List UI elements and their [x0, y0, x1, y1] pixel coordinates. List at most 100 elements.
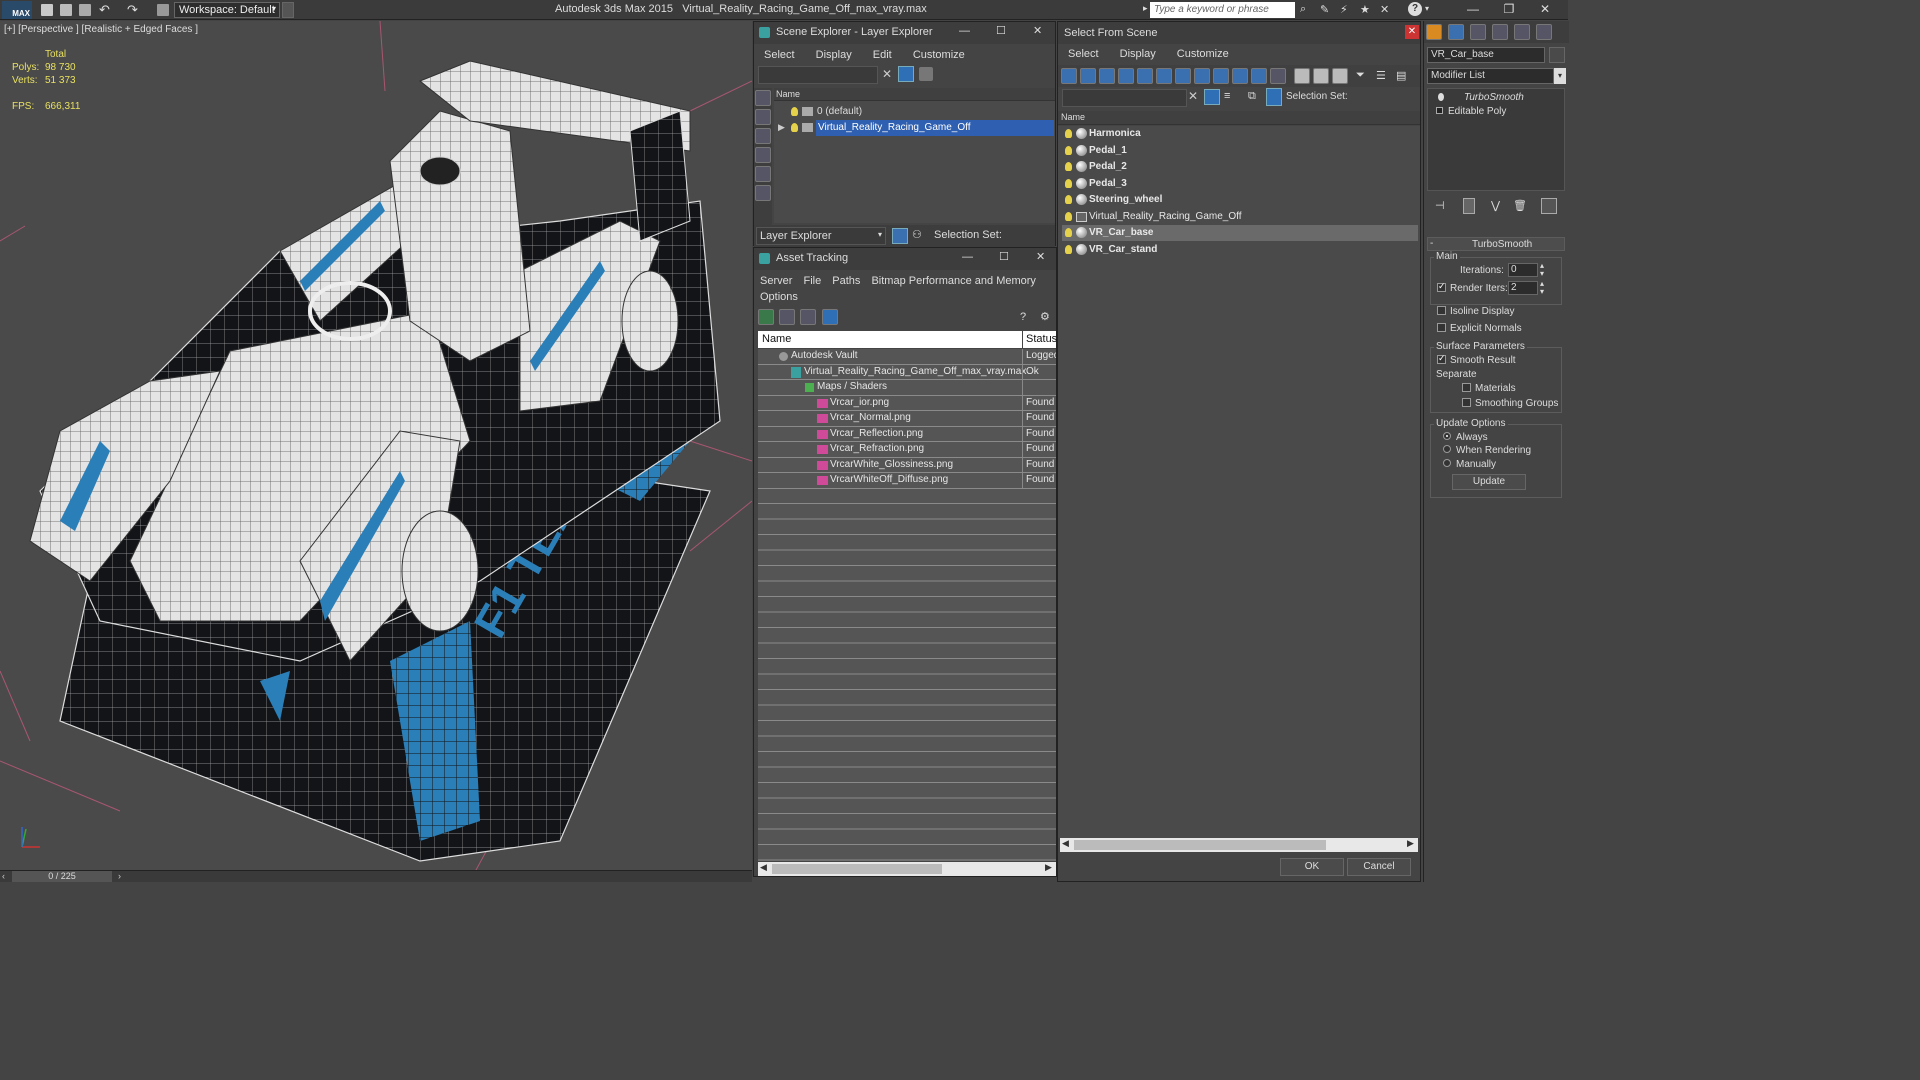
menu-display[interactable]: Display [1120, 48, 1156, 60]
menu-customize[interactable]: Customize [913, 49, 965, 61]
asset-row-texture[interactable]: Vrcar_Reflection.png Found [758, 426, 1056, 442]
asset-row-texture[interactable]: Vrcar_ior.png Found [758, 395, 1056, 411]
object-row-group[interactable]: Virtual_Reality_Racing_Game_Off [1062, 209, 1418, 225]
layers-icon[interactable]: ⧉ [1248, 90, 1256, 103]
clear-search-icon[interactable]: ✕ [882, 67, 892, 81]
undo-icon[interactable]: ↶ [99, 2, 110, 18]
hierarchy-icon[interactable]: ⚇ [912, 228, 922, 241]
column-header-name[interactable]: Name [774, 88, 1055, 101]
asset-row-maps[interactable]: Maps / Shaders [758, 380, 1056, 396]
column-header-name[interactable]: Name [1058, 111, 1420, 125]
light-bulb-icon[interactable] [1065, 211, 1072, 221]
light-bulb-icon[interactable] [1065, 145, 1072, 155]
render-iters-field[interactable]: 2 [1508, 281, 1538, 295]
cancel-button[interactable]: Cancel [1347, 858, 1411, 876]
close-icon[interactable]: ✕ [1405, 25, 1419, 39]
asset-row-texture[interactable]: VrcarWhiteOff_Diffuse.png Found [758, 473, 1056, 489]
render-iters-spinner-icon[interactable]: ▴ ▾ [1540, 280, 1544, 296]
display-geometry-icon[interactable] [755, 109, 771, 125]
display-cameras-icon[interactable] [755, 166, 771, 182]
configure-sets-icon[interactable] [1541, 198, 1557, 214]
menu-select[interactable]: Select [1068, 48, 1099, 60]
search-input[interactable]: Type a keyword or phrase [1150, 2, 1295, 18]
object-row-vr-car-stand[interactable]: VR_Car_stand [1062, 242, 1418, 258]
explorer-type-dropdown[interactable]: Layer Explorer ▾ [756, 227, 886, 245]
select-none-icon[interactable] [1313, 68, 1329, 84]
display-hidden-icon[interactable] [1270, 68, 1286, 84]
hierarchy-filter-icon[interactable]: ☰ [1376, 69, 1386, 82]
filter-icon[interactable]: ⏷ [1356, 69, 1365, 82]
remove-modifier-icon[interactable]: 🗑 [1513, 199, 1527, 212]
sfs-horizontal-scrollbar[interactable]: ◀ ▶ [1060, 838, 1418, 852]
binoculars-icon[interactable]: ⌕ [1300, 3, 1306, 16]
layer-row-default[interactable]: 0 (default) [774, 104, 1055, 120]
layer-row-vr-racing[interactable]: ▶ Virtual_Reality_Racing_Game_Off [774, 120, 1055, 136]
time-prev-icon[interactable]: ‹ [2, 871, 5, 881]
clear-search-icon[interactable]: ✕ [1188, 89, 1198, 103]
scroll-left-icon[interactable]: ◀ [760, 862, 767, 873]
layer-manager-icon[interactable] [892, 228, 908, 244]
redo-icon[interactable]: ↷ [127, 2, 138, 18]
display-helpers-icon[interactable] [1137, 68, 1153, 84]
display-shapes-icon[interactable] [755, 128, 771, 144]
light-bulb-icon[interactable] [1065, 129, 1072, 138]
stack-item-turbosmooth[interactable]: TurboSmooth [1428, 91, 1564, 104]
scrollbar-thumb[interactable] [772, 864, 942, 874]
display-helpers-icon[interactable] [755, 185, 771, 201]
close-icon[interactable]: ✕ [1534, 2, 1556, 16]
modify-tab-icon[interactable] [1448, 24, 1464, 40]
collapse-icon[interactable]: ▤ [1396, 69, 1406, 82]
asset-row-texture[interactable]: Vrcar_Refraction.png Found [758, 442, 1056, 458]
display-cameras-icon[interactable] [1118, 68, 1134, 84]
sfs-search-input[interactable] [1062, 89, 1187, 107]
display-containers-icon[interactable] [1232, 68, 1248, 84]
light-bulb-icon[interactable] [1065, 195, 1072, 204]
turbosmooth-rollout-header[interactable]: - TurboSmooth [1427, 237, 1565, 251]
light-bulb-icon[interactable] [791, 123, 798, 132]
new-file-icon[interactable] [41, 4, 53, 16]
scroll-right-icon[interactable]: ▶ [1045, 862, 1052, 873]
display-lights-icon[interactable] [1099, 68, 1115, 84]
hierarchy-tab-icon[interactable] [1470, 24, 1486, 40]
object-row-steering-wheel[interactable]: Steering_wheel [1062, 192, 1418, 208]
close-icon[interactable]: ✕ [1036, 250, 1045, 263]
tools-icon[interactable]: ✕ [1380, 3, 1389, 16]
filter-icon[interactable] [898, 66, 914, 82]
display-groups-icon[interactable] [1175, 68, 1191, 84]
menu-bitmap-performance[interactable]: Bitmap Performance and Memory [871, 275, 1035, 287]
update-always-radio[interactable] [1443, 432, 1451, 440]
display-tab-icon[interactable] [1514, 24, 1530, 40]
object-row-pedal-1[interactable]: Pedal_1 [1062, 143, 1418, 159]
make-unique-icon[interactable]: ⋁ [1491, 199, 1500, 212]
display-spacewarps-icon[interactable] [1156, 68, 1172, 84]
light-bulb-icon[interactable] [1065, 162, 1072, 171]
menu-display[interactable]: Display [816, 49, 852, 61]
menu-edit[interactable]: Edit [873, 49, 892, 61]
smooth-result-checkbox[interactable] [1437, 353, 1446, 364]
help-icon[interactable]: ? [1408, 2, 1422, 16]
light-bulb-icon[interactable] [1065, 178, 1072, 188]
object-row-pedal-2[interactable]: Pedal_2 [1062, 159, 1418, 175]
menu-file[interactable]: File [803, 275, 821, 287]
update-manually-radio[interactable] [1443, 459, 1451, 467]
update-when-rendering-radio[interactable] [1443, 445, 1451, 453]
maximize-icon[interactable]: ☐ [999, 250, 1009, 263]
display-frozen-icon[interactable] [1251, 68, 1267, 84]
menu-select[interactable]: Select [764, 49, 795, 61]
light-bulb-icon[interactable] [1065, 244, 1072, 254]
save-file-icon[interactable] [79, 4, 91, 16]
light-bulb-icon[interactable] [791, 107, 798, 116]
asset-horizontal-scrollbar[interactable]: ◀ ▶ [758, 862, 1056, 876]
display-lights-icon[interactable] [755, 147, 771, 163]
layer-options-icon[interactable]: ≡ [1224, 90, 1230, 102]
show-end-result-icon[interactable] [1463, 198, 1475, 214]
column-header-status[interactable]: Status [1023, 331, 1057, 348]
filter-icon[interactable] [1204, 89, 1220, 105]
close-icon[interactable]: ✕ [1033, 24, 1042, 37]
communication-icon[interactable]: ✎ [1320, 3, 1329, 16]
isoline-display-checkbox[interactable] [1437, 306, 1446, 315]
viewport-label[interactable]: [+] [Perspective ] [Realistic + Edged Fa… [4, 24, 198, 35]
project-folder-icon[interactable] [157, 4, 169, 16]
create-tab-icon[interactable] [1426, 24, 1442, 40]
ok-button[interactable]: OK [1280, 858, 1344, 876]
